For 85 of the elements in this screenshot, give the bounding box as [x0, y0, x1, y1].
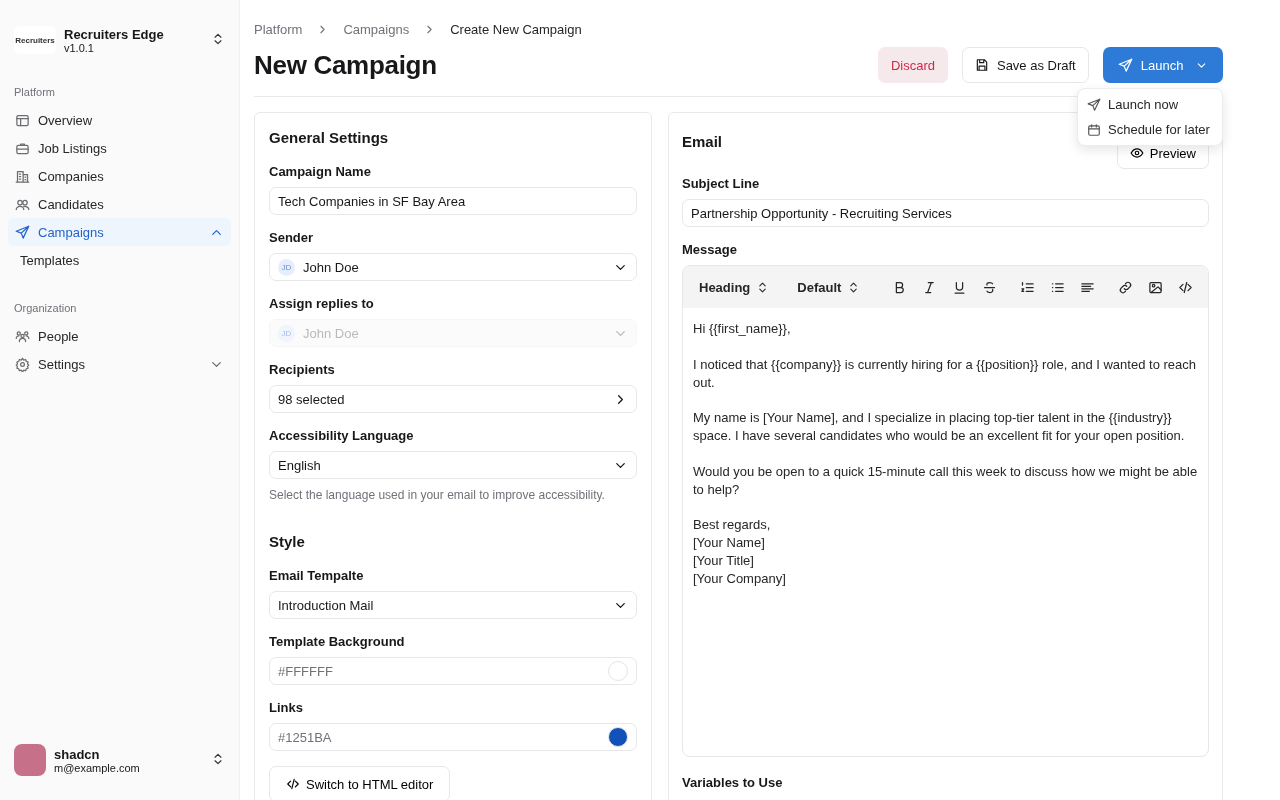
settings-icon: [15, 356, 30, 372]
sidebar-item[interactable]: Settings: [8, 350, 231, 378]
color-placeholder: #FFFFFF: [278, 663, 334, 679]
field-label: Email Tempalte: [269, 568, 365, 583]
save-icon: [974, 58, 989, 72]
select-value: English: [278, 457, 322, 473]
select-value: Introduction Mail: [278, 597, 375, 613]
message-editor[interactable]: [682, 265, 1209, 757]
format-select[interactable]: Default: [797, 279, 861, 295]
field-label: Subject Line: [682, 176, 761, 191]
link-icon: [1117, 279, 1133, 295]
save-draft-button[interactable]: Save as Draft: [961, 47, 1089, 83]
team-name: Recruiters Edge: [64, 26, 165, 42]
select-field[interactable]: English: [269, 451, 637, 479]
avatar-initials: JD: [278, 258, 295, 276]
eye-icon: [1129, 146, 1144, 160]
send-icon: [15, 224, 30, 240]
field-label: Message: [682, 242, 738, 257]
select-value: John Doe: [303, 259, 360, 275]
strikethrough-icon: [981, 279, 997, 295]
launch-button[interactable]: Launch: [1102, 47, 1223, 83]
avatar: [14, 744, 46, 776]
chevron-updown-icon: [211, 751, 225, 766]
field-label: Campaign Name: [269, 164, 372, 179]
user-email: m@example.com: [54, 761, 141, 774]
ordered-list-icon: [1019, 279, 1035, 295]
menu-item[interactable]: Launch now: [1081, 92, 1219, 117]
message-paragraph: My name is [Your Name], and I specialize in placing top-tier talent in the {{industry}} space. I have several candidates who would be an excellent fit for your open position.: [693, 409, 1186, 445]
section-title: Email: [682, 133, 723, 150]
sidebar-item[interactable]: People: [8, 322, 231, 350]
field-label: Accessibility Language: [269, 428, 415, 443]
sidebar-group-label: Organization: [13, 302, 78, 314]
sidebar-item[interactable]: Candidates: [8, 190, 231, 218]
sidebar-subitem[interactable]: Templates: [8, 246, 231, 274]
message-paragraph: I noticed that {{company}} is currently hiring for a {{position}} role, and I wanted to reach out.: [693, 355, 1197, 392]
section-title: General Settings: [269, 129, 390, 146]
sidebar-item[interactable]: Job Listings: [8, 134, 231, 162]
user-menu[interactable]: shadcn m@example.com: [8, 740, 231, 780]
color-field[interactable]: #FFFFFF: [269, 657, 637, 685]
avatar-initials: JD: [278, 324, 295, 342]
sidebar-item[interactable]: Campaigns: [8, 218, 231, 246]
field-label: Template Background: [269, 634, 406, 649]
calendar-icon: [1087, 122, 1101, 137]
message-paragraph: Best regards, [Your Name] [Your Title] [Your Company]: [693, 516, 787, 588]
field-label: Recipients: [269, 362, 336, 377]
color-field[interactable]: #1251BA: [269, 723, 637, 751]
picker-value: 98 selected: [278, 391, 346, 407]
image-icon: [1147, 279, 1163, 295]
message-paragraph: Hi {{first_name}},: [693, 320, 792, 338]
select-field[interactable]: JD John Doe: [269, 253, 637, 281]
team-version: v1.0.1: [64, 41, 95, 54]
format-select[interactable]: Heading: [699, 279, 770, 295]
team-switcher[interactable]: Recruiters Recruiters Edge v1.0.1: [8, 22, 231, 58]
field-hint: Select the language used in your email to improve accessibility.: [269, 488, 606, 502]
section-title: Style: [269, 533, 306, 550]
building-icon: [15, 168, 30, 184]
send-icon: [1087, 97, 1101, 112]
people-icon: [15, 328, 30, 344]
code-icon: [1177, 279, 1193, 295]
text-field[interactable]: Tech Companies in SF Bay Area: [269, 187, 637, 215]
breadcrumb-link[interactable]: Platform: [254, 22, 303, 37]
sidebar-item[interactable]: Companies: [8, 162, 231, 190]
layout-icon: [15, 112, 30, 128]
sidebar-group-label: Platform: [13, 86, 56, 98]
field-label: Links: [269, 700, 304, 715]
select-value: John Doe: [303, 325, 360, 341]
select-field[interactable]: Introduction Mail: [269, 591, 637, 619]
team-logo: Recruiters: [14, 26, 56, 54]
page-title: New Campaign: [254, 49, 438, 81]
user-name: shadcn: [54, 746, 101, 762]
message-paragraph: Would you be open to a quick 15-minute call this week to discuss how we might be able to help?: [693, 462, 1198, 499]
field-label: Assign replies to: [269, 296, 375, 311]
breadcrumb-link[interactable]: Campaigns: [343, 22, 410, 37]
discard-button[interactable]: Discard: [877, 47, 948, 83]
send-icon: [1117, 57, 1133, 73]
briefcase-icon: [15, 140, 30, 156]
subject-field[interactable]: Partnership Opportunity - Recruiting Services: [682, 199, 1209, 227]
color-placeholder: #1251BA: [278, 729, 333, 745]
field-label: Sender: [269, 230, 315, 245]
picker-field[interactable]: 98 selected: [269, 385, 637, 413]
code-icon: [286, 777, 300, 791]
html-editor-button[interactable]: Switch to HTML editor: [269, 766, 451, 800]
breadcrumb-current: Create New Campaign: [450, 22, 582, 37]
section-label: Variables to Use: [682, 775, 783, 790]
sidebar-item[interactable]: Overview: [8, 106, 231, 134]
